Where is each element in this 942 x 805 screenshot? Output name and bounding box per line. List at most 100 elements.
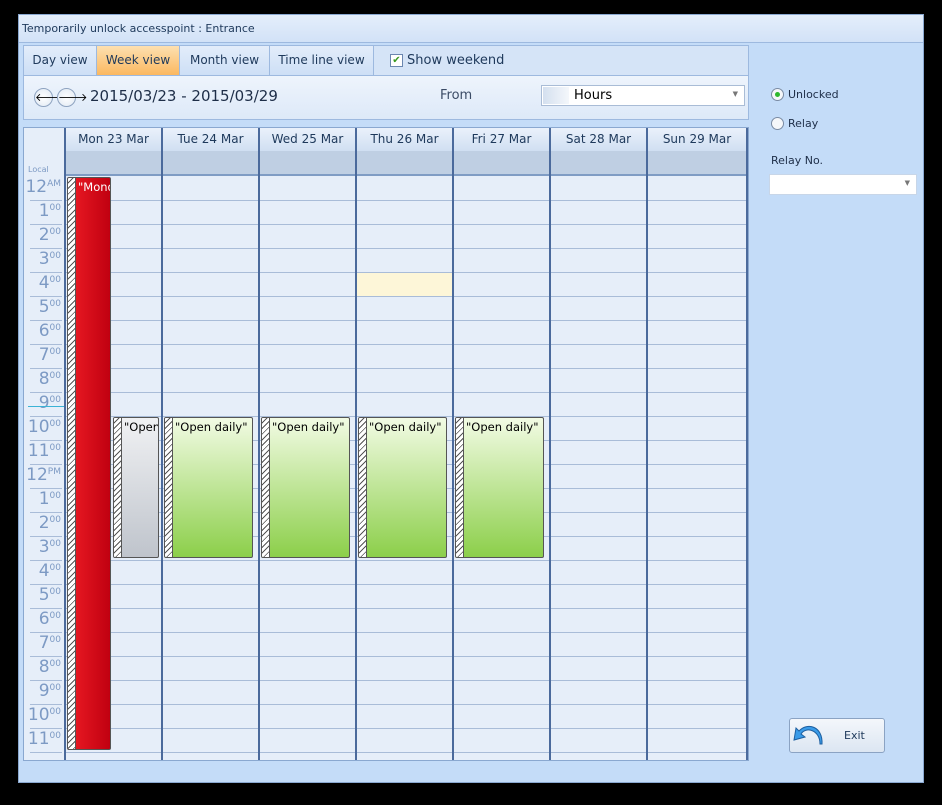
calendar-event[interactable]: "Open daily" xyxy=(358,417,447,558)
tab-week-view[interactable]: Week view xyxy=(97,46,180,75)
all-day-cell[interactable] xyxy=(357,151,452,176)
calendar-event[interactable]: "Open daily" xyxy=(164,417,253,558)
hour-label: 100 xyxy=(24,201,64,225)
unlocked-label: Unlocked xyxy=(788,88,839,101)
current-time-marker xyxy=(28,406,64,407)
calendar-event[interactable]: "Monday" xyxy=(67,177,111,750)
event-label: "Open daily" xyxy=(272,420,345,434)
previous-arrow-icon[interactable]: 🡐 xyxy=(34,88,65,107)
day-divider xyxy=(355,128,357,760)
view-tabs: Day view Week view Month view Time line … xyxy=(23,45,749,76)
all-day-cell[interactable] xyxy=(260,151,355,176)
relay-no-label: Relay No. xyxy=(771,154,823,167)
hour-label: 1000 xyxy=(24,705,64,729)
all-day-cell[interactable] xyxy=(454,151,549,176)
hour-gridline xyxy=(64,560,746,561)
selected-time-cell[interactable] xyxy=(357,273,452,296)
tab-month-view[interactable]: Month view xyxy=(180,46,270,75)
all-day-cell[interactable] xyxy=(66,151,161,176)
hour-gridline xyxy=(64,752,746,753)
hour-label: 900 xyxy=(24,393,64,417)
hour-gridline xyxy=(64,224,746,225)
hour-gridline xyxy=(64,728,746,729)
show-weekend-checkbox[interactable]: ✔ Show weekend xyxy=(390,53,504,68)
hour-gridline xyxy=(64,320,746,321)
day-divider xyxy=(746,128,748,760)
event-label: "Monday" xyxy=(78,180,110,194)
tab-day-view[interactable]: Day view xyxy=(24,46,97,75)
show-weekend-label: Show weekend xyxy=(407,53,505,68)
exit-button[interactable]: Exit xyxy=(789,718,885,753)
tab-timeline-view[interactable]: Time line view xyxy=(270,46,374,75)
day-divider xyxy=(646,128,648,760)
day-divider xyxy=(549,128,551,760)
hour-label: 200 xyxy=(24,225,64,249)
navigation-bar: 🡐 🡒 2015/03/23 - 2015/03/29 From Hours ▼ xyxy=(23,76,749,120)
hour-label: 400 xyxy=(24,561,64,585)
day-divider xyxy=(161,128,163,760)
hour-gridline xyxy=(64,248,746,249)
event-label: "Open daily" xyxy=(124,420,159,434)
next-arrow-icon[interactable]: 🡒 xyxy=(57,88,88,107)
day-header[interactable]: Sat 28 Mar xyxy=(551,128,646,151)
calendar-event[interactable]: "Open daily" xyxy=(113,417,159,558)
relay-no-dropdown[interactable]: ▼ xyxy=(769,174,917,195)
relay-radio[interactable] xyxy=(771,117,784,130)
day-header[interactable]: Thu 26 Mar xyxy=(357,128,452,151)
event-label: "Open daily" xyxy=(175,420,248,434)
undo-arrow-icon xyxy=(793,725,823,745)
exit-label: Exit xyxy=(844,729,865,742)
window-title: Temporarily unlock accesspoint : Entranc… xyxy=(19,15,923,43)
time-scale-value: Hours xyxy=(574,88,613,103)
hour-gridline xyxy=(64,368,746,369)
hour-label: 500 xyxy=(24,585,64,609)
hour-gridline xyxy=(64,200,746,201)
hour-label: 100 xyxy=(24,489,64,513)
hour-gridline xyxy=(64,392,746,393)
day-header[interactable]: Tue 24 Mar xyxy=(163,128,258,151)
hour-label: 600 xyxy=(24,609,64,633)
day-divider xyxy=(64,128,66,760)
event-label: "Open daily" xyxy=(466,420,539,434)
day-header[interactable]: Wed 25 Mar xyxy=(260,128,355,151)
calendar-event[interactable]: "Open daily" xyxy=(261,417,350,558)
hour-label: 1100 xyxy=(24,729,64,753)
hour-gridline xyxy=(64,584,746,585)
date-range: 2015/03/23 - 2015/03/29 xyxy=(90,87,278,105)
hour-gridline xyxy=(64,632,746,633)
hour-label: 12PM xyxy=(24,465,64,489)
day-header[interactable]: Fri 27 Mar xyxy=(454,128,549,151)
day-divider xyxy=(258,128,260,760)
checkmark-icon: ✔ xyxy=(390,54,403,67)
time-scale-dropdown[interactable]: Hours ▼ xyxy=(541,85,745,106)
hour-label: 300 xyxy=(24,249,64,273)
timezone-label: Local xyxy=(28,165,49,174)
all-day-cell[interactable] xyxy=(648,151,746,176)
hour-label: 700 xyxy=(24,345,64,369)
hour-gridline xyxy=(64,344,746,345)
day-divider xyxy=(452,128,454,760)
hour-label: 500 xyxy=(24,297,64,321)
unlocked-radio[interactable] xyxy=(771,88,784,101)
hour-label: 1000 xyxy=(24,417,64,441)
hour-gridline xyxy=(64,608,746,609)
hour-label: 200 xyxy=(24,513,64,537)
hour-gridline xyxy=(64,680,746,681)
hour-label: 1100 xyxy=(24,441,64,465)
from-label: From xyxy=(440,88,473,103)
day-header[interactable]: Sun 29 Mar xyxy=(648,128,746,151)
hour-gridline xyxy=(64,296,746,297)
chevron-down-icon: ▼ xyxy=(904,179,910,187)
dialog-window: Temporarily unlock accesspoint : Entranc… xyxy=(18,14,924,783)
all-day-cell[interactable] xyxy=(163,151,258,176)
day-header[interactable]: Mon 23 Mar xyxy=(66,128,161,151)
week-calendar: Local Mon 23 Mar Tue 24 Mar Wed 25 Mar Thu … xyxy=(23,127,749,761)
all-day-cell[interactable] xyxy=(551,151,646,176)
hour-label: 12AM xyxy=(24,177,64,201)
event-label: "Open daily" xyxy=(369,420,442,434)
chevron-down-icon: ▼ xyxy=(732,90,738,98)
calendar-event[interactable]: "Open daily" xyxy=(455,417,544,558)
hour-label: 600 xyxy=(24,321,64,345)
hour-label: 800 xyxy=(24,369,64,393)
hour-label: 800 xyxy=(24,657,64,681)
